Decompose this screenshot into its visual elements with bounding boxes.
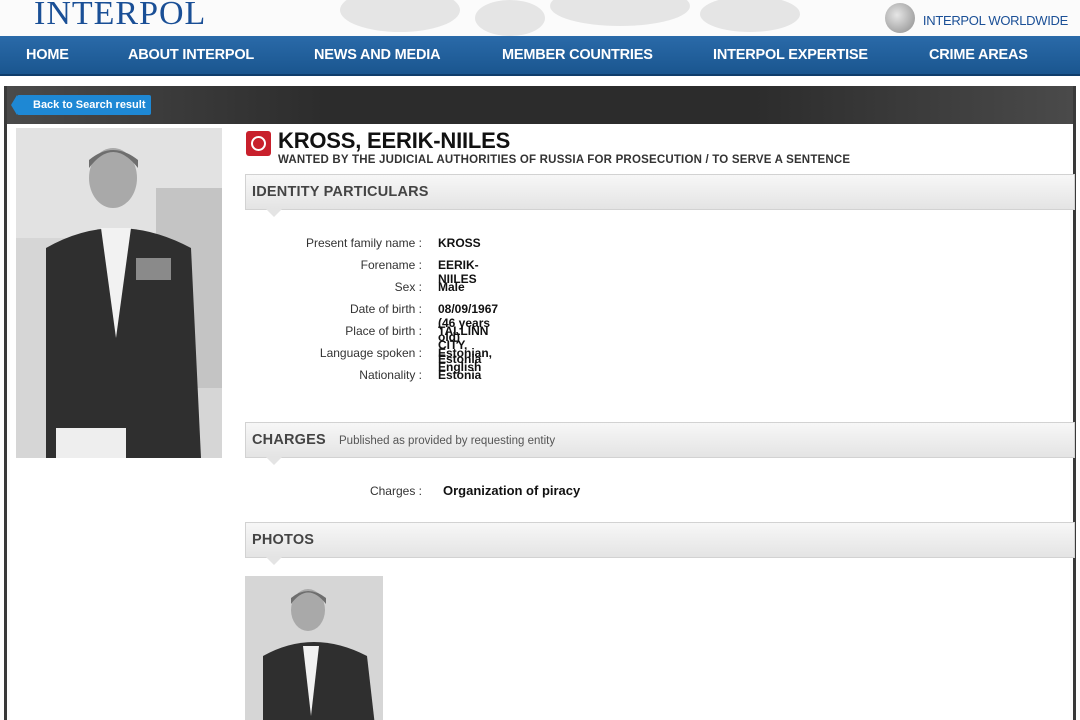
identity-particulars-title: IDENTITY PARTICULARS	[252, 184, 429, 200]
interpol-worldwide-label: INTERPOL WORLDWIDE	[922, 12, 1068, 28]
nav-home[interactable]: HOME	[26, 47, 69, 63]
globe-icon	[884, 3, 915, 33]
world-map-background	[340, 0, 800, 36]
main-navigation: HOME ABOUT INTERPOL NEWS AND MEDIA MEMBE…	[0, 36, 1080, 76]
family-name-label: Present family name :	[305, 236, 422, 250]
notice-toolbar: Back to Search result	[7, 86, 1073, 124]
forename-label: Forename :	[360, 258, 422, 272]
interpol-logo[interactable]: INTERPOL	[34, 0, 206, 34]
person-photo-image	[16, 128, 222, 458]
back-to-search-button[interactable]: Back to Search result	[11, 95, 151, 115]
date-of-birth-label: Date of birth :	[349, 302, 422, 316]
thumbnail-image	[245, 576, 383, 720]
sex-value: Male	[438, 280, 465, 294]
language-spoken-label: Language spoken :	[319, 346, 422, 360]
nav-news-and-media[interactable]: NEWS AND MEDIA	[314, 47, 441, 63]
family-name-value: KROSS	[438, 236, 481, 250]
photos-header: PHOTOS	[245, 522, 1075, 565]
nav-interpol-expertise[interactable]: INTERPOL EXPERTISE	[713, 47, 868, 63]
sex-label: Sex :	[394, 280, 422, 294]
notice-panel: Back to Search result KROSS, EERIK-NIILE…	[4, 86, 1076, 720]
red-notice-emblem-icon	[246, 131, 271, 156]
nav-about-interpol[interactable]: ABOUT INTERPOL	[128, 47, 254, 63]
site-header: INTERPOL INTERPOL WORLDWIDE	[0, 0, 1080, 36]
photo-thumbnail[interactable]	[245, 576, 383, 720]
photos-title: PHOTOS	[252, 532, 315, 548]
wanted-description: WANTED BY THE JUDICIAL AUTHORITIES OF RU…	[278, 154, 851, 166]
wanted-person-name: KROSS, EERIK-NIILES	[278, 128, 511, 153]
charges-header: CHARGES Published as provided by request…	[245, 422, 1075, 465]
nav-member-countries[interactable]: MEMBER COUNTRIES	[502, 47, 653, 63]
nationality-label: Nationality :	[359, 368, 422, 382]
nationality-value: Estonia	[438, 368, 482, 382]
charges-title: CHARGES	[252, 432, 326, 448]
interpol-worldwide-link[interactable]: INTERPOL WORLDWIDE	[884, 3, 1068, 35]
place-of-birth-label: Place of birth :	[345, 324, 422, 338]
charges-label: Charges :	[369, 484, 422, 498]
identity-particulars-header: IDENTITY PARTICULARS	[245, 174, 1075, 217]
main-person-photo[interactable]	[16, 128, 222, 458]
nav-crime-areas[interactable]: CRIME AREAS	[929, 47, 1028, 63]
charges-value: Organization of piracy	[443, 483, 581, 498]
charges-note: Published as provided by requesting enti…	[339, 435, 556, 447]
